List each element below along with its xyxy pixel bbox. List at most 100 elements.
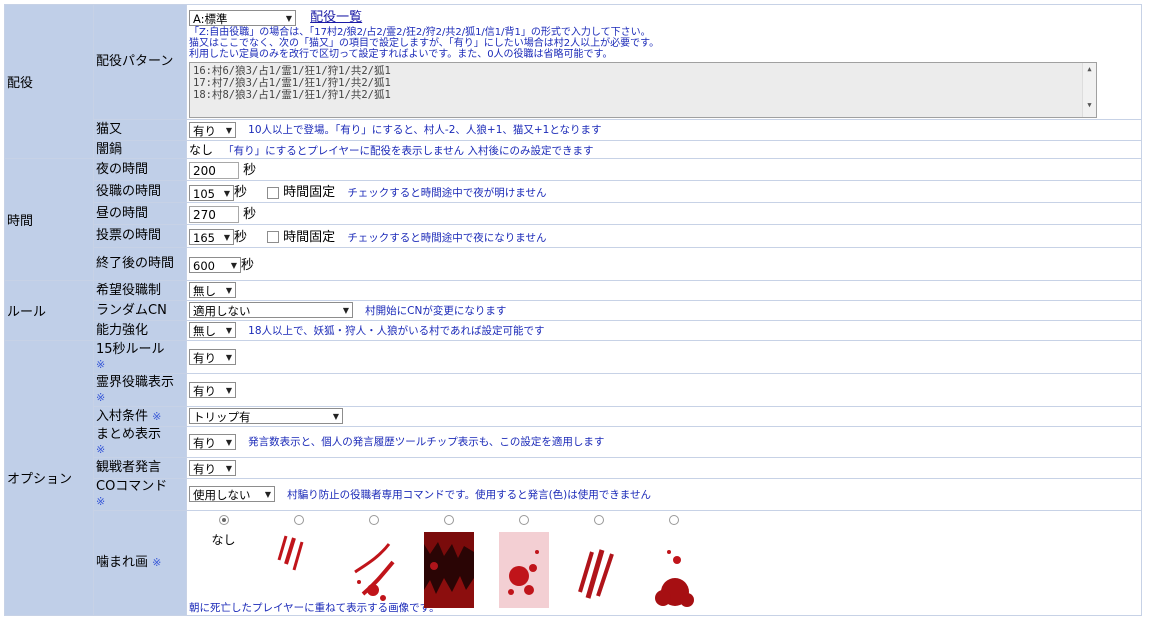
nekomata-label: 猫又 [93, 118, 187, 141]
radio-button[interactable] [519, 514, 530, 525]
chevron-down-icon: ▼ [225, 326, 232, 335]
help-mark-icon[interactable]: ※ [96, 358, 105, 371]
kamare-option-claw-large[interactable] [564, 514, 635, 608]
settings-table: 配役 配役パターン A:標準 ▼ 配役一覧 「Z:自由役職」の場合は、「17村2/… [4, 4, 1142, 616]
category-option: オプション [4, 339, 94, 616]
kamare-option-none[interactable]: なし [188, 514, 259, 548]
kamare-option-claw-small[interactable] [263, 514, 334, 608]
kamare-cell: なし 朝に死亡したプレイヤーに重ねて表示する画像です。 [186, 509, 1142, 616]
yaminabe-value: なし [189, 142, 214, 157]
chevron-down-icon: ▼ [223, 188, 230, 198]
role-list-link[interactable]: 配役一覧 [310, 10, 362, 25]
kamare-option-splatter-pink[interactable] [489, 514, 560, 608]
nouryoku-note: 18人以上で、妖狐・狩人・人狼がいる村であれば設定可能です [248, 324, 545, 337]
sec-unit: 秒 [241, 257, 255, 273]
radio-button[interactable] [594, 514, 605, 525]
role-time-label: 役職の時間 [93, 179, 187, 203]
night-time-label: 夜の時間 [93, 157, 187, 181]
role-time-fixed-checkbox[interactable] [267, 186, 280, 199]
nekomata-select[interactable]: 有り ▼ [189, 121, 236, 138]
nouryoku-select[interactable]: 無し ▼ [189, 322, 236, 338]
sec-unit: 秒 [243, 163, 257, 178]
chevron-down-icon: ▼ [342, 306, 349, 315]
after-time-label: 終了後の時間 [93, 246, 187, 281]
kamare-option-fangs[interactable] [413, 514, 484, 608]
reikai-select[interactable]: 有り ▼ [189, 381, 236, 398]
kamare-none-label: なし [211, 532, 236, 547]
kamare-label: 噛まれ画 [96, 555, 149, 570]
pattern-textarea[interactable]: 16:村6/狼3/占1/霊1/狂1/狩1/共2/狐1 17:村7/狼3/占1/霊… [189, 61, 1097, 118]
rule15-label: 15秒ルール [96, 341, 165, 357]
role-time-select[interactable]: 105 ▼ [189, 184, 234, 201]
radio-button[interactable] [218, 514, 229, 525]
chevron-down-icon: ▼ [225, 352, 232, 362]
day-time-label: 昼の時間 [93, 201, 187, 225]
radio-button[interactable] [293, 514, 304, 525]
day-time-input[interactable]: 270 [189, 206, 239, 223]
role-fixed-note: チェックすると時間途中で夜が明けません [347, 187, 547, 200]
claw-scratch-icon [274, 532, 324, 608]
reikai-label: 霊界役職表示 [96, 374, 175, 390]
vote-time-select[interactable]: 165 ▼ [189, 229, 234, 246]
matome-label: まとめ表示 [96, 426, 162, 442]
nyuson-select[interactable]: トリップ有 ▼ [189, 408, 343, 424]
nouryoku-label: 能力強化 [93, 319, 187, 341]
help-mark-icon[interactable]: ※ [96, 443, 105, 456]
yaminabe-note: 「有り」にするとプレイヤーに配役を表示しません 入村後にのみ設定できます [223, 144, 594, 157]
help-mark-icon[interactable]: ※ [152, 556, 161, 569]
nyuson-label: 入村条件 [96, 408, 149, 424]
category-time: 時間 [4, 157, 94, 281]
kamare-options: なし [188, 514, 1139, 608]
vote-fixed-note: チェックすると時間途中で夜になりません [347, 231, 547, 244]
help-mark-icon[interactable]: ※ [96, 391, 105, 404]
vote-time-label: 投票の時間 [93, 223, 187, 248]
chevron-down-icon: ▼ [332, 412, 339, 421]
chevron-down-icon: ▼ [225, 385, 232, 395]
fangs-icon [423, 531, 474, 608]
fixed-label: 時間固定 [283, 185, 336, 201]
help-line: 猫又はここでなく、次の「猫又」の項目で設定しますが、「有り」にしたい場合は村2人… [189, 37, 660, 49]
radio-button[interactable] [443, 514, 454, 525]
randomcn-note: 村開始にCNが変更になります [365, 304, 507, 317]
chevron-down-icon: ▼ [225, 463, 232, 473]
blood-splash-icon [349, 532, 399, 608]
category-rule: ルール [4, 279, 94, 341]
help-line: 「Z:自由役職」の場合は、「17村2/狼2/占2/霊2/狂2/狩2/共2/狐1/… [189, 26, 651, 38]
night-time-input[interactable]: 200 [189, 162, 239, 179]
help-line: 利用したい定員のみを改行で区切って設定すればよいです。また、0人の役職は省略可能… [189, 48, 613, 60]
kansen-select[interactable]: 有り ▼ [189, 459, 236, 476]
pattern-cell: A:標準 ▼ 配役一覧 「Z:自由役職」の場合は、「17村2/狼2/占2/霊2/狂… [186, 4, 1142, 120]
blood-pool-icon [649, 532, 699, 608]
help-mark-icon[interactable]: ※ [96, 495, 105, 508]
sec-unit: 秒 [234, 185, 248, 201]
co-select[interactable]: 使用しない ▼ [189, 486, 275, 502]
sec-unit: 秒 [234, 229, 248, 245]
fixed-label: 時間固定 [283, 229, 336, 245]
kamare-option-splash-white[interactable] [338, 514, 409, 608]
rule15-select[interactable]: 有り ▼ [189, 348, 236, 365]
chevron-down-icon: ▼ [225, 437, 232, 447]
chevron-down-icon: ▼ [223, 233, 230, 243]
pattern-help: 「Z:自由役職」の場合は、「17村2/狼2/占2/霊2/狂2/狩2/共2/狐1/… [189, 27, 1139, 60]
pattern-select[interactable]: A:標準 ▼ [189, 9, 296, 26]
category-haiyaku: 配役 [4, 4, 94, 159]
randomcn-select[interactable]: 適用しない ▼ [189, 302, 353, 318]
matome-note: 発言数表示と、個人の発言履歴ツールチップ表示も、この設定を適用します [248, 436, 605, 448]
help-mark-icon[interactable]: ※ [152, 410, 161, 423]
chevron-down-icon: ▼ [264, 490, 271, 499]
kamare-option-pool[interactable] [639, 514, 710, 608]
chevron-down-icon: ▼ [225, 286, 232, 295]
kibou-label: 希望役職制 [93, 279, 187, 301]
textarea-line: 18:村8/狼3/占1/霊1/狂1/狩1/共2/狐1 [193, 88, 391, 101]
textarea-scrollbar[interactable]: ▲ ▼ [1082, 62, 1096, 117]
blood-splatter-icon [499, 531, 550, 608]
kibou-select[interactable]: 無し ▼ [189, 282, 236, 298]
pattern-label: 配役パターン [93, 4, 187, 120]
after-time-select[interactable]: 600 ▼ [189, 257, 241, 274]
matome-select[interactable]: 有り ▼ [189, 433, 236, 450]
textarea-line: 17:村7/狼3/占1/霊1/狂1/狩1/共2/狐1 [193, 76, 391, 89]
randomcn-label: ランダムCN [93, 299, 187, 321]
radio-button[interactable] [669, 514, 680, 525]
radio-button[interactable] [368, 514, 379, 525]
vote-time-fixed-checkbox[interactable] [267, 231, 280, 244]
